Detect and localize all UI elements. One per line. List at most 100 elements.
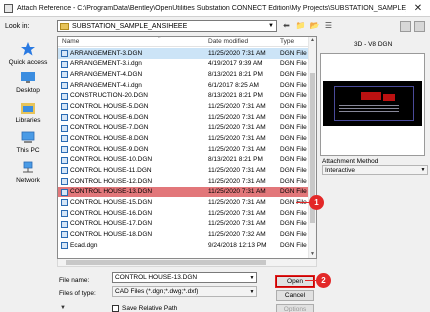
dgn-file-icon — [61, 199, 68, 207]
file-date-cell: 8/13/2021 8:21 PM — [208, 71, 263, 79]
back-icon[interactable]: ⬅ — [281, 20, 292, 31]
file-row[interactable]: CONTROL HOUSE-18.DGN 11/25/2020 7:32 AM DG… — [58, 229, 308, 240]
file-type-cell: DGN File — [280, 145, 307, 153]
drawing-element — [383, 94, 395, 101]
file-type-cell: DGN File — [280, 60, 307, 68]
place-this-pc[interactable]: This PC — [3, 131, 53, 154]
star-icon — [21, 42, 35, 56]
look-in-dropdown[interactable]: SUBSTATION_SAMPLE_ANSIHEEE ▼ — [57, 20, 277, 32]
place-quick-access[interactable]: Quick access — [3, 41, 53, 66]
file-name-input[interactable]: CONTROL HOUSE-13.DGN ▼ — [112, 272, 257, 283]
save-relative-path-checkbox[interactable]: Save Relative Path — [112, 305, 177, 312]
cancel-button[interactable]: Cancel — [276, 290, 314, 301]
file-name-cell: ARRANGEMENT-4.DGN — [70, 71, 143, 79]
horizontal-scrollbar[interactable] — [57, 259, 317, 267]
dgn-file-icon — [61, 209, 68, 217]
checkbox-box[interactable] — [112, 305, 119, 312]
column-header-name[interactable]: Name — [62, 38, 79, 45]
file-row[interactable]: CONTROL HOUSE-10.DGN 8/13/2021 8:21 PM DGN… — [58, 155, 308, 166]
sort-arrow-icon: ^ — [158, 36, 161, 42]
file-row[interactable]: CONTROL HOUSE-16.DGN 11/25/2020 7:31 AM DG… — [58, 208, 308, 219]
preview-image-icon[interactable] — [414, 21, 425, 32]
save-relative-path-label: Save Relative Path — [122, 305, 178, 312]
file-date-cell: 11/25/2020 7:31 AM — [208, 103, 266, 111]
file-name-cell: CONTROL HOUSE-16.DGN — [70, 209, 153, 217]
dgn-file-icon — [61, 231, 68, 239]
file-row[interactable]: ARRANGEMENT-4.DGN 8/13/2021 8:21 PM DGN Fi… — [58, 69, 308, 80]
file-date-cell: 11/25/2020 7:31 AM — [208, 135, 266, 143]
file-type-dropdown[interactable]: CAD Files (*.dgn;*.dwg;*.dxf) ▼ — [112, 286, 257, 297]
place-desktop[interactable]: Desktop — [3, 71, 53, 94]
file-row[interactable]: CONTROL HOUSE-5.DGN 11/25/2020 7:31 AM DGN… — [58, 101, 308, 112]
places-bar: Quick access Desktop Libraries This PC N… — [3, 39, 53, 215]
up-folder-icon[interactable]: 📁 — [295, 20, 306, 31]
preview-settings-icon[interactable] — [400, 21, 411, 32]
file-name-cell: CONTROL HOUSE-9.DGN — [70, 145, 149, 153]
chevron-down-icon[interactable]: ▼ — [248, 275, 256, 281]
file-name-cell: CONTROL HOUSE-6.DGN — [70, 113, 149, 121]
file-type-cell: DGN File — [280, 241, 307, 249]
drawing-element — [361, 92, 381, 100]
file-list[interactable]: ^ Name Date modified Type ARRANGEMENT-3.… — [57, 36, 317, 259]
file-date-cell: 8/13/2021 8:21 PM — [208, 92, 263, 100]
file-name-cell: CONTROL HOUSE-12.DGN — [70, 177, 153, 185]
vertical-scrollbar[interactable]: ▲ ▼ — [308, 37, 316, 258]
scroll-up-icon[interactable]: ▲ — [309, 37, 316, 44]
file-row[interactable]: CONTROL HOUSE-15.DGN 11/25/2020 7:31 AM DG… — [58, 197, 308, 208]
desktop-icon — [21, 72, 35, 83]
dgn-file-icon — [61, 241, 68, 249]
file-type-value: CAD Files (*.dgn;*.dwg;*.dxf) — [115, 288, 199, 295]
dgn-file-icon — [61, 103, 68, 111]
place-libraries[interactable]: Libraries — [3, 101, 53, 124]
file-row[interactable]: CONTROL HOUSE-17.DGN 11/25/2020 7:31 AM DG… — [58, 219, 308, 230]
chevron-down-icon: ▼ — [268, 23, 274, 29]
file-type-cell: DGN File — [280, 220, 307, 228]
file-row[interactable]: CONTROL HOUSE-9.DGN 11/25/2020 7:31 AM DGN… — [58, 144, 308, 155]
close-icon[interactable]: ✕ — [406, 0, 430, 16]
scroll-thumb[interactable] — [66, 260, 266, 265]
column-header-date[interactable]: Date modified — [208, 38, 248, 45]
column-header-type[interactable]: Type — [280, 38, 294, 45]
file-row[interactable]: ARRANGEMENT-3.DGN 11/25/2020 7:31 AM DGN F… — [58, 48, 308, 59]
attachment-method-dropdown[interactable]: Interactive ▼ — [322, 165, 428, 175]
file-date-cell: 11/25/2020 7:31 AM — [208, 124, 266, 132]
file-name-cell: CONTROL HOUSE-10.DGN — [70, 156, 153, 164]
file-type-cell: DGN File — [280, 49, 307, 57]
file-row[interactable]: CONTROL HOUSE-8.DGN 11/25/2020 7:31 AM DGN… — [58, 133, 308, 144]
file-type-cell: DGN File — [280, 113, 307, 121]
dgn-file-icon — [61, 145, 68, 153]
file-name-cell: CONTROL HOUSE-11.DGN — [70, 167, 152, 175]
file-row[interactable]: Ecad.dgn 9/24/2018 12:13 PM DGN File — [58, 240, 308, 251]
drawing-lines — [339, 105, 399, 106]
open-button[interactable]: Open — [276, 276, 314, 287]
place-network[interactable]: Network — [3, 161, 53, 184]
file-row[interactable]: CONTROL HOUSE-7.DGN 11/25/2020 7:31 AM DGN… — [58, 123, 308, 134]
dgn-file-icon — [61, 188, 68, 196]
file-row[interactable]: CONTROL HOUSE-11.DGN 11/25/2020 7:31 AM DG… — [58, 165, 308, 176]
place-label: This PC — [16, 147, 40, 154]
file-row[interactable]: CONTROL HOUSE-13.DGN 11/25/2020 7:31 AM DG… — [58, 186, 308, 198]
file-row[interactable]: CONTROL HOUSE-6.DGN 11/25/2020 7:31 AM DGN… — [58, 112, 308, 123]
view-menu-icon[interactable]: ☰ — [323, 20, 334, 31]
file-row[interactable]: ARRANGEMENT-4.i.dgn 6/1/2017 8:25 AM DGN F… — [58, 80, 308, 91]
file-row[interactable]: CONSTRUCTION-20.DGN 8/13/2021 8:21 PM DGN … — [58, 91, 308, 102]
file-row[interactable]: CONTROL HOUSE-12.DGN 11/25/2020 7:31 AM DG… — [58, 176, 308, 187]
look-in-label: Look in: — [5, 23, 30, 30]
file-type-cell: DGN File — [280, 103, 307, 111]
file-rows: ARRANGEMENT-3.DGN 11/25/2020 7:31 AM DGN F… — [58, 48, 308, 250]
file-name-cell: CONTROL HOUSE-8.DGN — [70, 135, 149, 143]
file-type-cell: DGN File — [280, 188, 307, 196]
file-row[interactable]: ARRANGEMENT-3.i.dgn 4/19/2017 9:39 AM DGN … — [58, 59, 308, 70]
look-in-value: SUBSTATION_SAMPLE_ANSIHEEE — [72, 22, 188, 30]
title-bar: Attach Reference - C:\ProgramData\Bentle… — [0, 0, 430, 16]
callout-badge-2: 2 — [316, 273, 331, 288]
file-name-cell: CONTROL HOUSE-7.DGN — [70, 124, 149, 132]
options-button[interactable]: Options — [276, 304, 314, 312]
file-name-cell: ARRANGEMENT-3.i.dgn — [70, 60, 142, 68]
file-name-cell: CONSTRUCTION-20.DGN — [70, 92, 149, 100]
new-folder-icon[interactable]: 📂 — [309, 20, 320, 31]
scroll-down-icon[interactable]: ▼ — [309, 251, 316, 258]
file-type-cell: DGN File — [280, 167, 307, 175]
expand-arrow-icon[interactable]: ▼ — [60, 305, 66, 311]
dgn-file-icon — [61, 60, 68, 68]
